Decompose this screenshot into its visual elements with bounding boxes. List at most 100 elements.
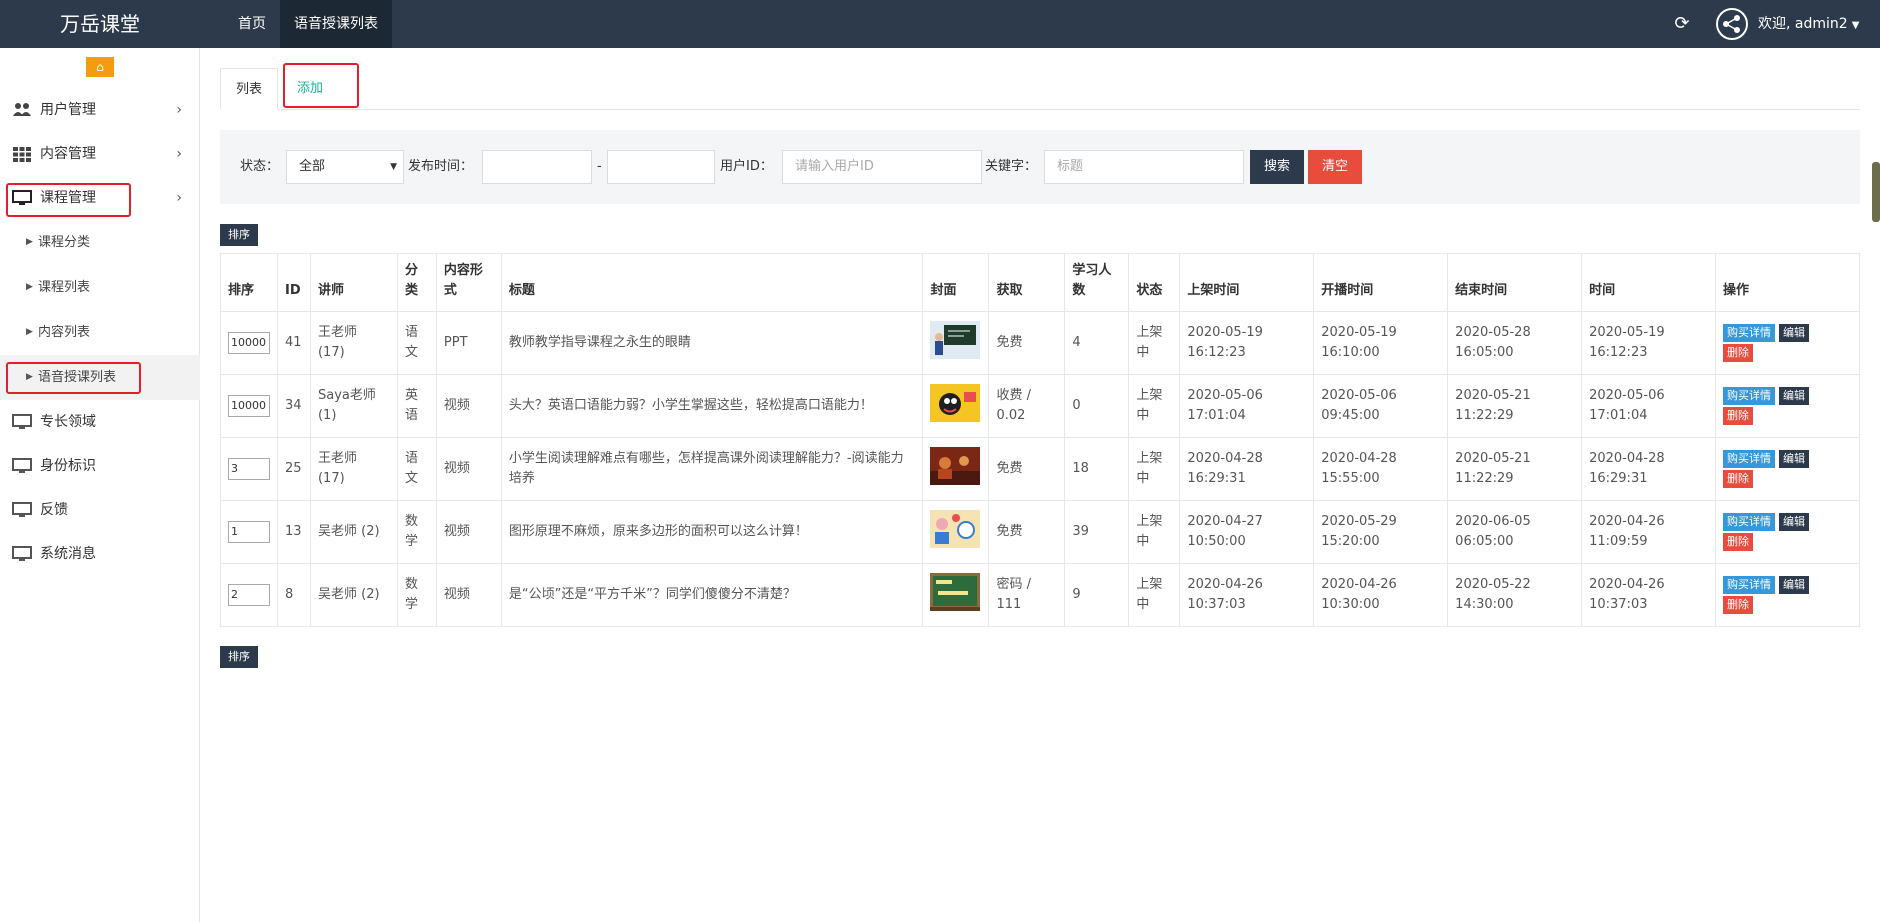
sort-order-input[interactable]: 3	[228, 458, 270, 480]
cell-access: 免费	[988, 500, 1066, 564]
cell-access: 免费	[988, 437, 1066, 501]
sort-order-input[interactable]: 2	[228, 584, 270, 606]
cover-image[interactable]	[930, 320, 981, 366]
purchase-details-button[interactable]: 购买详情	[1723, 450, 1776, 468]
refresh-icon[interactable]: ⟳	[1670, 12, 1694, 36]
sidebar-item-content-management[interactable]: 内容管理 ›	[0, 132, 200, 176]
cell-title: 是“公顷”还是“平方千米”？同学们傻傻分不清楚？	[500, 563, 924, 627]
publish-end-input[interactable]	[607, 150, 715, 184]
sidebar-item-expertise[interactable]: 专长领域	[0, 400, 200, 444]
start-time: 10:30:00	[1321, 597, 1380, 612]
delete-button[interactable]: 删除	[1723, 470, 1754, 488]
sidebar-subitem-content-list[interactable]: ▶ 内容列表	[0, 310, 200, 355]
purchase-details-button[interactable]: 购买详情	[1723, 387, 1776, 405]
publish-start-input[interactable]	[482, 150, 592, 184]
status-text: 上架	[1136, 388, 1163, 403]
delete-button[interactable]: 删除	[1723, 344, 1754, 362]
category-text: 英	[404, 388, 418, 403]
status-text: 上架	[1136, 325, 1163, 340]
sort-button-bottom[interactable]: 排序	[220, 646, 258, 668]
cell-record-time: 2020-04-26 10:37:03	[1581, 563, 1717, 627]
clear-button[interactable]: 清空	[1308, 150, 1362, 184]
avatar[interactable]	[1716, 8, 1748, 40]
sidebar-subitem-course-list[interactable]: ▶ 课程列表	[0, 265, 200, 310]
sidebar-subitem-course-category[interactable]: ▶ 课程分类	[0, 220, 200, 265]
cell-cover	[922, 374, 990, 438]
cell-status: 上架中	[1128, 311, 1181, 375]
nav-home[interactable]: 首页	[224, 0, 280, 48]
listed-time: 2020-05-06	[1187, 388, 1263, 403]
sidebar-item-feedback[interactable]: 反馈	[0, 488, 200, 532]
delete-button[interactable]: 删除	[1723, 533, 1754, 551]
category-text: 数	[404, 514, 418, 529]
cover-image[interactable]	[930, 383, 981, 429]
sidebar-item-system-messages[interactable]: 系统消息	[0, 532, 200, 576]
sort-order-input[interactable]: 1	[228, 521, 270, 543]
nav-voice-course-list[interactable]: 语音授课列表	[280, 0, 392, 48]
sidebar-item-label: 内容管理	[40, 146, 96, 162]
monitor-icon	[12, 546, 32, 561]
course-title: 是“公顷”还是“平方千米”？同学们傻傻分不清楚？	[508, 587, 796, 602]
record-time: 11:09:59	[1589, 534, 1648, 549]
sort-order-input[interactable]: 10000	[228, 332, 270, 354]
edit-button[interactable]: 编辑	[1779, 387, 1810, 405]
tab-list[interactable]: 列表	[220, 68, 279, 110]
edit-button[interactable]: 编辑	[1779, 324, 1810, 342]
sidebar-item-identity[interactable]: 身份标识	[0, 444, 200, 488]
sort-order-input[interactable]: 10000	[228, 395, 270, 417]
record-time: 2020-05-19	[1589, 325, 1665, 340]
keyword-input[interactable]: 标题	[1044, 150, 1244, 184]
cell-learners: 0	[1064, 374, 1130, 438]
delete-button[interactable]: 删除	[1723, 407, 1754, 425]
cover-image[interactable]	[930, 446, 981, 492]
column-header-text: 类	[404, 283, 418, 298]
cell-category: 英语	[396, 374, 437, 438]
listed-time: 10:37:03	[1187, 597, 1246, 612]
cell-listed-time: 2020-05-19 16:12:23	[1179, 311, 1315, 375]
brand-logo-text[interactable]: 万岳课堂	[0, 0, 200, 48]
purchase-details-button[interactable]: 购买详情	[1723, 513, 1776, 531]
edit-button[interactable]: 编辑	[1779, 450, 1810, 468]
sidebar-item-user-management[interactable]: 用户管理 ›	[0, 88, 200, 132]
user-menu[interactable]: 欢迎, admin2 ▼	[1758, 0, 1859, 48]
cell-record-time: 2020-05-19 16:12:23	[1581, 311, 1717, 375]
cell-category: 语文	[396, 311, 437, 375]
end-time: 2020-05-21	[1455, 451, 1531, 466]
cell-title: 图形原理不麻烦，原来多边形的面积可以这么计算！	[500, 500, 924, 564]
cover-image[interactable]	[930, 509, 981, 555]
cover-image[interactable]	[930, 572, 981, 618]
search-button[interactable]: 搜索	[1250, 150, 1304, 184]
home-icon[interactable]: ⌂	[86, 57, 114, 77]
cell-category: 数学	[396, 500, 437, 564]
start-time: 16:10:00	[1321, 345, 1380, 360]
column-header-text: 操作	[1723, 283, 1750, 298]
cell-form: 视频	[435, 563, 502, 627]
side-scroll-handle[interactable]	[1872, 162, 1880, 222]
learner-count: 4	[1072, 335, 1081, 350]
cell-learners: 39	[1064, 500, 1130, 564]
cell-cover	[922, 311, 990, 375]
cell-sort: 3	[220, 437, 278, 501]
edit-button[interactable]: 编辑	[1779, 576, 1810, 594]
edit-button[interactable]: 编辑	[1779, 513, 1810, 531]
end-time: 2020-06-05	[1455, 514, 1531, 529]
purchase-details-button[interactable]: 购买详情	[1723, 324, 1776, 342]
table-row: 3 25 王老师 (17) 语文视频 小学生阅读理解难点有哪些，怎样提高课外阅读理解能力？…	[220, 437, 1860, 501]
purchase-details-button[interactable]: 购买详情	[1723, 576, 1776, 594]
category-text: 数	[404, 577, 418, 592]
teacher-name: 王老师	[317, 325, 357, 340]
content-form: 视频	[443, 398, 470, 413]
chevron-right-icon: ›	[176, 102, 182, 118]
cell-title: 头大？英语口语能力弱？小学生掌握这些，轻松提高口语能力！	[500, 374, 924, 438]
sort-button-top[interactable]: 排序	[220, 224, 258, 246]
status-select[interactable]: 全部 ▼	[286, 150, 404, 184]
record-time: 2020-05-06	[1589, 388, 1665, 403]
content-form: 视频	[443, 587, 470, 602]
delete-button[interactable]: 删除	[1723, 596, 1754, 614]
listed-time: 2020-04-27	[1187, 514, 1263, 529]
cell-id: 25	[277, 437, 311, 501]
column-header-text: 封面	[930, 283, 957, 298]
column-header-text: 排序	[228, 283, 255, 298]
userid-input[interactable]: 请输入用户ID	[782, 150, 982, 184]
sidebar-menu: 用户管理 › 内容管理 › 课程管理 › ▶ 课程分类 ▶ 课程列表 ▶ 内容列…	[0, 88, 200, 576]
